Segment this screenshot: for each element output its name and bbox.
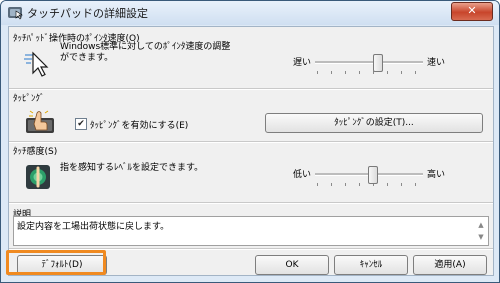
ok-button[interactable]: OK <box>255 255 329 275</box>
explanation-box: 設定内容を工場出荷状態に戻します。 ▲ ▼ <box>13 216 489 246</box>
pointer-speed-max-label: 速い <box>427 58 446 68</box>
sensitivity-title: ﾀｯﾁ感度(S) <box>13 147 58 157</box>
touchpad-app-icon <box>8 7 23 20</box>
tapping-group: ﾀｯﾋﾟﾝｸﾞ ✔ ﾀｯﾋﾟﾝｸﾞを有効にする(E) ﾀｯﾋﾟﾝｸﾞの設定(T)… <box>9 91 493 141</box>
slider-tick <box>345 71 346 74</box>
sensitivity-min-label: 低い <box>293 170 312 180</box>
scroll-up-icon[interactable]: ▲ <box>476 219 486 231</box>
close-button[interactable]: ✕ <box>451 2 493 21</box>
sensitivity-description: 指を感知するﾚﾍﾞﾙを設定できます。 <box>60 163 204 173</box>
scroll-down-icon[interactable]: ▼ <box>476 231 486 243</box>
divider <box>9 202 493 204</box>
slider-tick <box>387 183 388 186</box>
slider-tick <box>415 71 416 74</box>
sensitivity-max-label: 高い <box>427 170 446 180</box>
slider-tick <box>415 183 416 186</box>
sensitivity-thumb[interactable] <box>368 166 378 184</box>
slider-tick <box>359 71 360 74</box>
slider-tick <box>317 71 318 74</box>
pointer-speed-group: ﾀｯﾁﾊﾟｯﾄﾞ操作時のﾎﾟｲﾝﾀ速度(O) Windows標準に対してのﾎﾟｲ… <box>9 31 493 89</box>
slider-tick <box>317 183 318 186</box>
pointer-speed-desc-line1: Windows標準に対してのﾎﾟｲﾝﾀ速度の調整 <box>60 42 231 52</box>
tapping-settings-button[interactable]: ﾀｯﾋﾟﾝｸﾞの設定(T)... <box>265 113 483 133</box>
pointer-speed-min-label: 遅い <box>293 58 312 68</box>
slider-tick <box>401 71 402 74</box>
tapping-title: ﾀｯﾋﾟﾝｸﾞ <box>13 94 45 104</box>
tapping-enable-label[interactable]: ﾀｯﾋﾟﾝｸﾞを有効にする(E) <box>90 118 188 131</box>
slider-tick <box>387 71 388 74</box>
dialog-window: タッチパッドの詳細設定 ✕ ﾀｯﾁﾊﾟｯﾄﾞ操作時のﾎﾟｲﾝﾀ速度(O) Win… <box>0 0 500 283</box>
pointer-speed-icon <box>24 51 49 77</box>
tapping-icon <box>26 110 54 133</box>
pointer-speed-description: Windows標準に対してのﾎﾟｲﾝﾀ速度の調整 ができます。 <box>60 42 230 64</box>
slider-tick <box>401 183 402 186</box>
window-title: タッチパッドの詳細設定 <box>27 7 148 20</box>
pointer-speed-track[interactable] <box>315 61 423 64</box>
sensitivity-icon <box>26 165 50 189</box>
dialog-content: ﾀｯﾁﾊﾟｯﾄﾞ操作時のﾎﾟｲﾝﾀ速度(O) Windows標準に対してのﾎﾟｲ… <box>8 26 494 276</box>
title-bar[interactable]: タッチパッドの詳細設定 ✕ <box>1 1 499 25</box>
explanation-text: 設定内容を工場出荷状態に戻します。 <box>17 222 170 232</box>
cancel-button[interactable]: ｷｬﾝｾﾙ <box>334 255 408 275</box>
apply-button[interactable]: 適用(A) <box>413 255 487 275</box>
sensitivity-group: ﾀｯﾁ感度(S) 指を感知するﾚﾍﾞﾙを設定できます。 低い 高い <box>9 144 493 202</box>
explanation-scrollbar[interactable]: ▲ ▼ <box>476 219 486 243</box>
pointer-speed-thumb[interactable] <box>373 54 383 72</box>
default-button-highlight <box>6 250 106 275</box>
pointer-speed-desc-line2: ができます。 <box>60 53 114 63</box>
tapping-enable-checkbox[interactable]: ✔ <box>75 118 87 130</box>
slider-tick <box>331 183 332 186</box>
slider-tick <box>359 183 360 186</box>
slider-tick <box>331 71 332 74</box>
divider <box>9 88 493 90</box>
divider <box>9 141 493 143</box>
slider-tick <box>345 183 346 186</box>
